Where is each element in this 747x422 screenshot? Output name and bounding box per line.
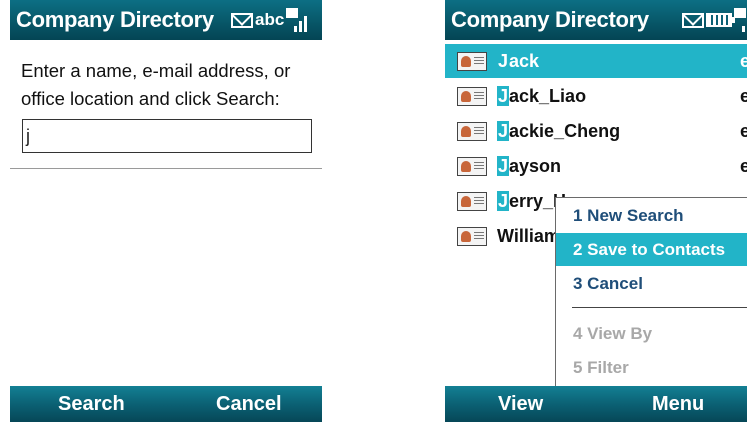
name-remainder: ackie_Cheng (509, 121, 621, 141)
contact-card-icon (457, 227, 487, 246)
contact-card-icon (457, 122, 487, 141)
input-mode-indicator[interactable]: abc (255, 10, 284, 30)
contact-card-icon (457, 192, 487, 211)
email-column: e (740, 121, 747, 141)
match-highlight: J (497, 191, 510, 211)
contact-card-icon (457, 87, 487, 106)
title-bar: Company Directory abc ⇄ (10, 0, 322, 40)
sync-arrows-icon: ⇄ (286, 8, 299, 19)
name-remainder: ack_Liao (509, 86, 587, 106)
status-icons: abc ⇄ (231, 7, 308, 33)
menu-item-new-search[interactable]: 1 New Search (556, 199, 747, 232)
search-input[interactable]: j (22, 119, 312, 153)
context-menu: 1 New Search 2 Save to Contacts 3 Cancel… (555, 197, 747, 389)
match-highlight: J (497, 51, 510, 71)
name-remainder: ack (509, 51, 540, 71)
contact-card-icon (457, 52, 487, 71)
menu-item-label: 4 View By (573, 324, 653, 343)
divider (10, 168, 322, 169)
view-softkey[interactable]: View (498, 386, 543, 422)
menu-item-label: 5 Filter (573, 358, 629, 377)
result-row[interactable]: Jackie_Cheng e (445, 114, 747, 148)
match-highlight: J (497, 156, 510, 176)
title-bar: Company Directory ⇄ (445, 0, 747, 40)
email-column: e (740, 156, 747, 176)
app-title: Company Directory (451, 7, 649, 32)
menu-item-filter[interactable]: 5 Filter (556, 351, 747, 384)
contact-card-icon (457, 157, 487, 176)
search-screen: Company Directory abc ⇄ Enter a name, e-… (10, 0, 322, 422)
result-row[interactable]: Jack e (445, 44, 747, 78)
mail-icon[interactable] (682, 12, 704, 28)
mail-icon[interactable] (231, 12, 253, 28)
signal-icon[interactable]: ⇄ (286, 8, 308, 32)
result-row[interactable]: Jack_Liao e (445, 79, 747, 113)
result-row[interactable]: Jayson e (445, 149, 747, 183)
search-softkey[interactable]: Search (58, 386, 125, 422)
sync-arrows-icon: ⇄ (734, 8, 746, 19)
match-highlight: J (497, 121, 510, 141)
softkey-bar: View Menu (445, 386, 747, 422)
contact-name: Jack_Liao (497, 79, 586, 113)
menu-softkey[interactable]: Menu (652, 386, 704, 422)
contact-name: Jackie_Cheng (497, 114, 620, 148)
name-remainder: William (497, 226, 560, 246)
signal-icon[interactable]: ⇄ (734, 8, 747, 32)
email-column: e (740, 51, 747, 71)
status-icons: ⇄ (682, 7, 747, 33)
softkey-bar: Search Cancel (10, 386, 322, 422)
search-instructions: Enter a name, e-mail address, or office … (21, 60, 291, 109)
menu-item-save-to-contacts[interactable]: 2 Save to Contacts (556, 233, 747, 266)
cancel-softkey[interactable]: Cancel (216, 386, 282, 422)
battery-icon[interactable] (706, 13, 735, 27)
match-highlight: J (497, 86, 510, 106)
app-title: Company Directory (16, 7, 214, 32)
menu-separator (572, 307, 747, 308)
contact-name: Jayson (497, 149, 561, 183)
name-remainder: ayson (509, 156, 562, 176)
results-screen: Company Directory ⇄ Jack e Jack_Liao e J… (445, 0, 747, 422)
email-column: e (740, 86, 747, 106)
menu-item-view-by[interactable]: 4 View By (556, 317, 747, 350)
contact-name: Jack (497, 44, 539, 78)
menu-item-cancel[interactable]: 3 Cancel (556, 267, 747, 300)
contact-name: William (497, 219, 560, 253)
